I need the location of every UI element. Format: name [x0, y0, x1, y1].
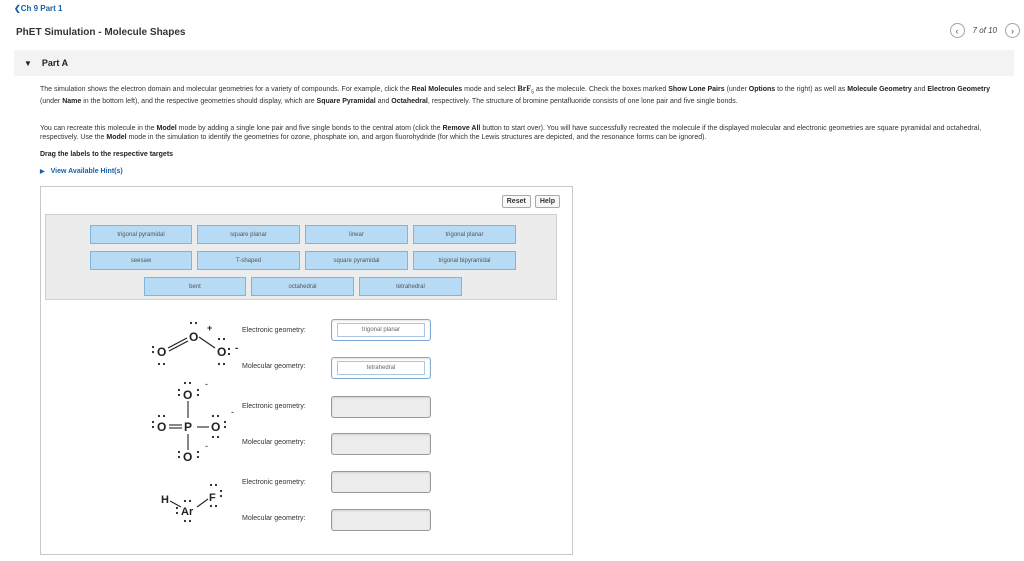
ozone-molecular-value[interactable]: tetrahedral: [337, 361, 425, 375]
svg-text:-: -: [205, 441, 208, 451]
instructions-paragraph-1: The simulation shows the electron domain…: [40, 84, 990, 106]
label-chip-bent[interactable]: bent: [144, 277, 246, 296]
phosphate-structure: O O P O O - - -: [151, 379, 234, 464]
phosphate-electronic-target[interactable]: [331, 396, 431, 418]
phosphate-molecular-label: Molecular geometry:: [242, 439, 306, 446]
reset-button[interactable]: Reset: [501, 195, 531, 208]
back-link-label: Ch 9 Part 1: [20, 4, 63, 13]
ozone-electronic-target[interactable]: trigonal planar: [331, 319, 431, 341]
argon-fluorohydride-structure: H Ar F: [161, 483, 223, 523]
ozone-structure: O O O + -: [151, 321, 238, 366]
svg-text:O: O: [183, 450, 192, 464]
label-chip-trigonal-planar[interactable]: trigonal planar: [413, 225, 516, 244]
ozone-molecular-label: Molecular geometry:: [242, 363, 306, 370]
label-chip-square-pyramidal[interactable]: square pyramidal: [305, 251, 408, 270]
ozone-electronic-label: Electronic geometry:: [242, 327, 306, 334]
svg-text:O: O: [157, 420, 166, 434]
argon-fluorohydride-electronic-label: Electronic geometry:: [242, 479, 306, 486]
part-title: Part A: [41, 58, 69, 68]
back-link[interactable]: ❮Ch 9 Part 1: [14, 4, 63, 13]
label-chip-t-shaped[interactable]: T-shaped: [197, 251, 300, 270]
next-button[interactable]: ›: [1005, 23, 1020, 38]
svg-text:-: -: [231, 407, 234, 417]
part-header[interactable]: ▼ Part A: [14, 50, 1014, 76]
argon-fluorohydride-molecular-label: Molecular geometry:: [242, 515, 306, 522]
argon-fluorohydride-electronic-target[interactable]: [331, 471, 431, 493]
argon-fluorohydride-molecular-target[interactable]: [331, 509, 431, 531]
view-hints-link[interactable]: ▶ View Available Hint(s): [40, 168, 123, 175]
svg-text:Ar: Ar: [181, 506, 194, 518]
svg-text:P: P: [184, 420, 192, 434]
svg-text:O: O: [189, 330, 198, 344]
svg-text:F: F: [209, 492, 216, 504]
label-chip-square-planar[interactable]: square planar: [197, 225, 300, 244]
page-title: PhET Simulation - Molecule Shapes: [16, 27, 186, 38]
svg-text:O: O: [157, 345, 166, 359]
label-chip-trigonal-bipyramidal[interactable]: trigonal bipyramidal: [413, 251, 516, 270]
drag-drop-panel: Reset Help trigonal pyramidal square pla…: [40, 186, 573, 555]
instructions-paragraph-2: You can recreate this molecule in the Mo…: [40, 125, 982, 141]
caret-down-icon[interactable]: ▼: [24, 59, 32, 68]
pager-text: 7 of 10: [972, 26, 997, 35]
ozone-electronic-value[interactable]: trigonal planar: [337, 323, 425, 337]
svg-text:-: -: [235, 343, 238, 354]
label-chip-octahedral[interactable]: octahedral: [251, 277, 354, 296]
view-hints-label: View Available Hint(s): [50, 168, 123, 175]
phosphate-molecular-target[interactable]: [331, 433, 431, 455]
label-chip-seesaw[interactable]: seesaw: [90, 251, 192, 270]
phosphate-electronic-label: Electronic geometry:: [242, 403, 306, 410]
chevron-left-icon: ‹: [955, 25, 959, 36]
drag-instruction: Drag the labels to the respective target…: [40, 151, 174, 158]
svg-text:O: O: [211, 420, 220, 434]
ozone-molecular-target[interactable]: tetrahedral: [331, 357, 431, 379]
label-chip-tetrahedral[interactable]: tetrahedral: [359, 277, 462, 296]
svg-text:H: H: [161, 494, 169, 506]
prev-button[interactable]: ‹: [949, 23, 965, 38]
label-chip-linear[interactable]: linear: [305, 225, 408, 244]
svg-text:O: O: [183, 388, 192, 402]
label-bank: trigonal pyramidal square planar linear …: [45, 214, 557, 300]
pager: ‹ 7 of 10 ›: [949, 23, 1020, 38]
svg-text:+: +: [207, 323, 212, 333]
chevron-right-icon: ›: [1011, 25, 1014, 36]
svg-text:O: O: [217, 345, 226, 359]
svg-text:-: -: [205, 379, 208, 389]
chevron-left-icon: ❮: [14, 4, 21, 13]
label-chip-trigonal-pyramidal[interactable]: trigonal pyramidal: [90, 225, 192, 244]
caret-right-icon: ▶: [40, 169, 45, 175]
help-button[interactable]: Help: [534, 195, 560, 208]
panel-toolbar: Reset Help: [501, 195, 560, 208]
